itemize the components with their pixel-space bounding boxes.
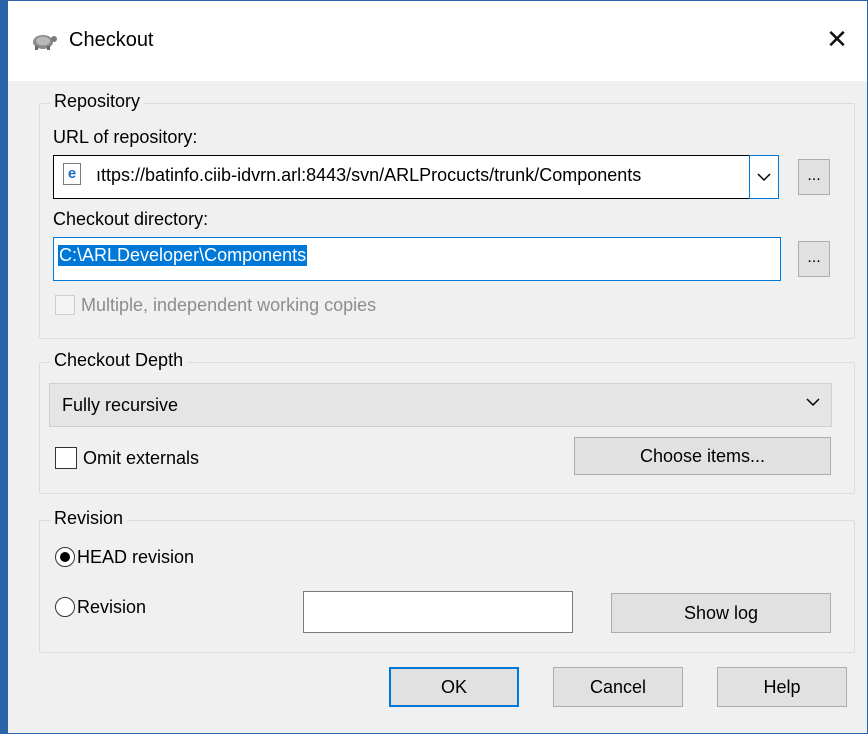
tortoisesvn-icon: [29, 28, 59, 52]
cancel-button[interactable]: Cancel: [553, 667, 683, 707]
radio-selected-dot: [60, 552, 70, 562]
title-bar: Checkout ✕: [1, 1, 867, 81]
revision-label: Revision: [77, 597, 147, 617]
ie-icon: e: [63, 163, 81, 185]
url-input[interactable]: e ıttps://batinfo.ciib-idvrn.arl:8443/sv…: [53, 155, 750, 199]
close-icon: ✕: [826, 23, 848, 54]
show-log-button[interactable]: Show log: [611, 593, 831, 633]
ok-label: OK: [440, 677, 467, 697]
help-button[interactable]: Help: [717, 667, 847, 707]
choose-items-label: Choose items...: [639, 446, 766, 466]
window-frame-edge: [0, 0, 8, 734]
help-label: Help: [763, 677, 801, 697]
depth-select-value: Fully recursive: [62, 395, 179, 415]
revision-group-label: Revision: [50, 508, 128, 529]
url-label: URL of repository:: [53, 127, 198, 147]
ok-button[interactable]: OK: [389, 667, 519, 707]
checkout-dialog: Checkout ✕ Repository URL of repository:…: [0, 0, 868, 734]
multiple-copies-label: Multiple, independent working copies: [81, 295, 377, 315]
omit-externals-label: Omit externals: [83, 448, 200, 468]
window-title: Checkout: [69, 29, 154, 51]
head-revision-label: HEAD revision: [77, 547, 195, 567]
checkout-directory-value: C:\ARLDeveloper\Components: [58, 245, 308, 266]
omit-externals-checkbox[interactable]: [55, 447, 77, 469]
checkout-depth-group-label: Checkout Depth: [50, 350, 188, 371]
chevron-down-icon: [757, 173, 771, 182]
url-browse-button[interactable]: ...: [798, 159, 830, 195]
repository-group-label: Repository: [50, 91, 145, 112]
checkout-directory-input[interactable]: C:\ARLDeveloper\Components: [53, 237, 781, 281]
close-button[interactable]: ✕: [807, 11, 867, 67]
checkout-directory-label: Checkout directory:: [53, 209, 209, 229]
revision-radio[interactable]: [55, 597, 75, 617]
url-value: ıttps://batinfo.ciib-idvrn.arl:8443/svn/…: [96, 165, 642, 185]
show-log-label: Show log: [683, 603, 759, 623]
url-dropdown-button[interactable]: [749, 155, 779, 199]
revision-input[interactable]: [303, 591, 573, 633]
multiple-copies-checkbox[interactable]: [55, 295, 75, 315]
depth-select[interactable]: Fully recursive: [49, 383, 832, 427]
chevron-down-icon: [806, 398, 820, 407]
head-revision-radio[interactable]: [55, 547, 75, 567]
choose-items-button[interactable]: Choose items...: [574, 437, 831, 475]
directory-browse-button[interactable]: ...: [798, 241, 830, 277]
revision-group: Revision: [39, 508, 855, 653]
cancel-label: Cancel: [589, 677, 647, 697]
